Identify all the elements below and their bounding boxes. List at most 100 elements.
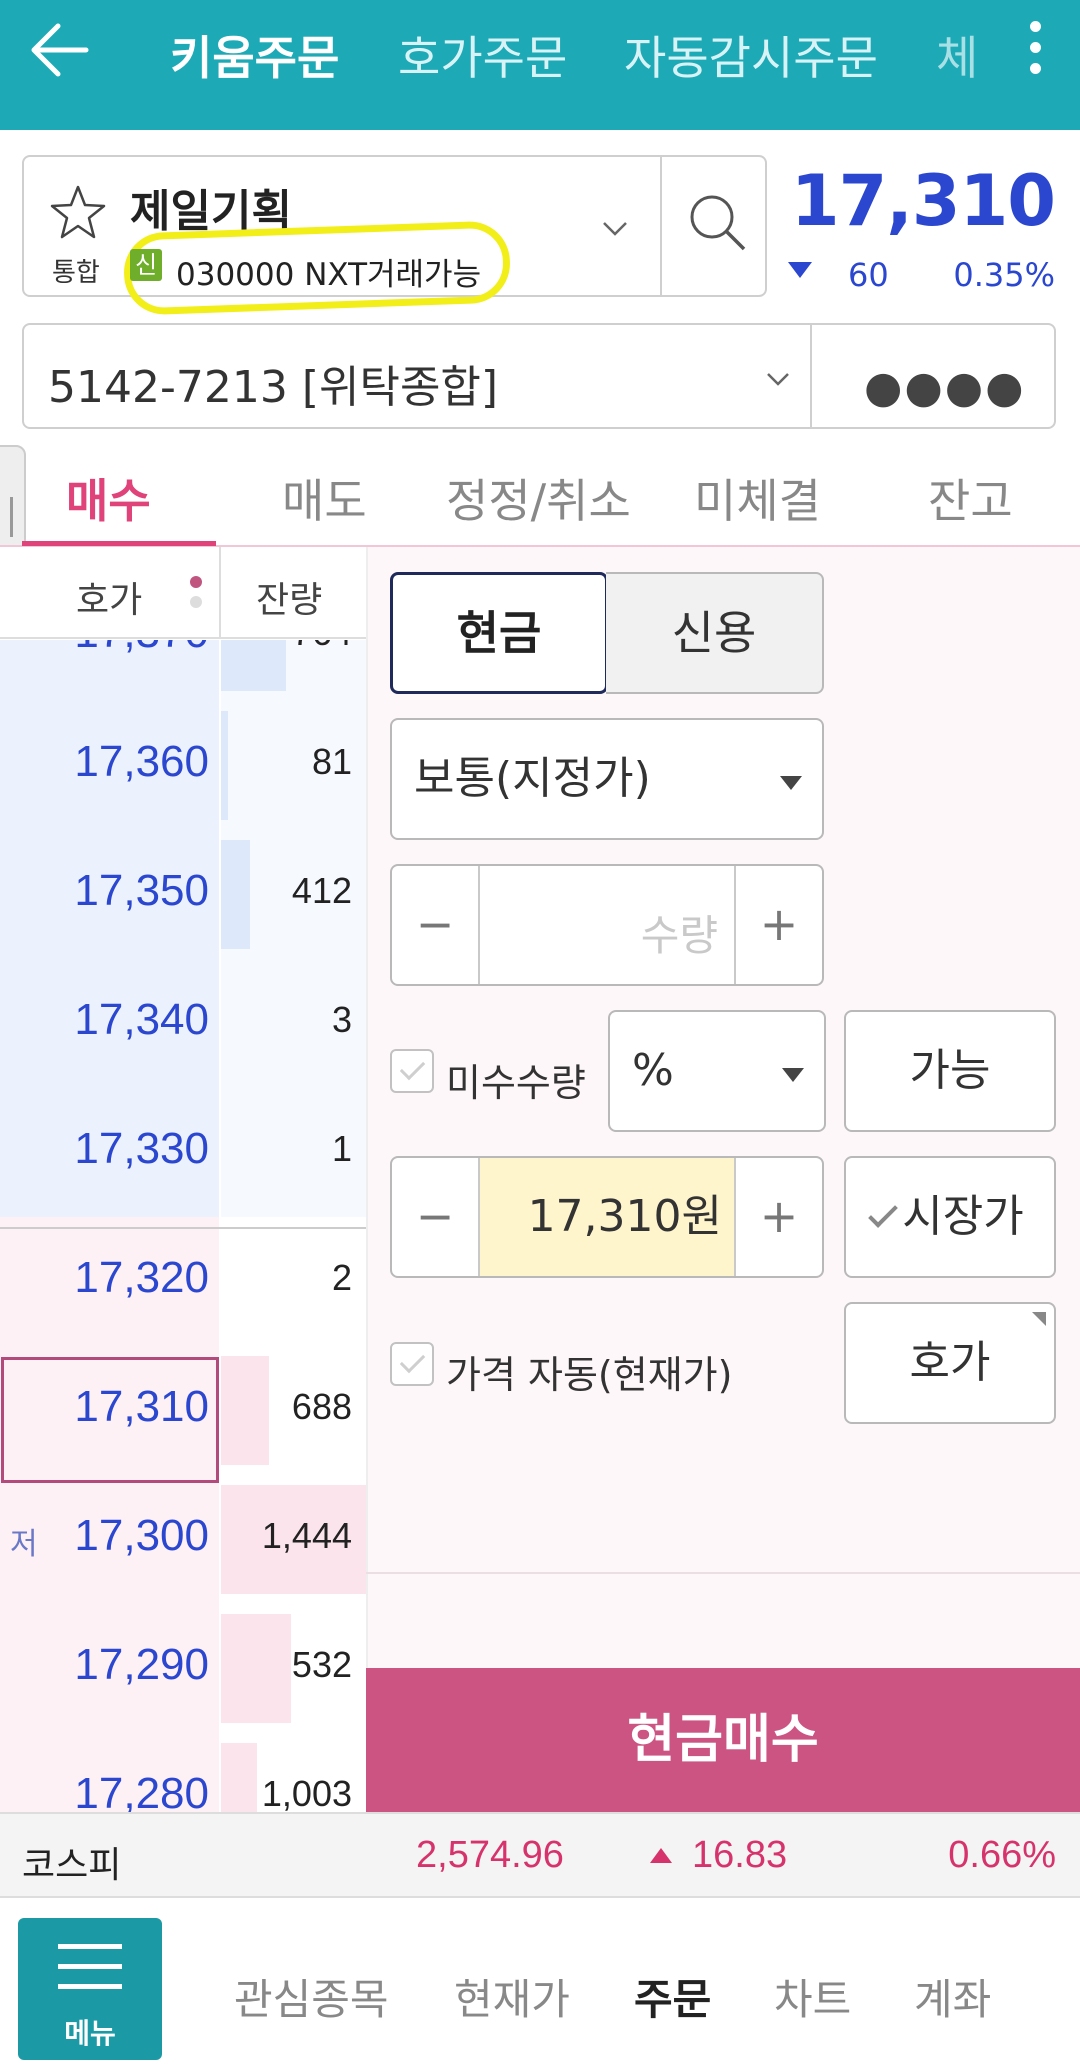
hoga-button[interactable]: 호가 [844,1302,1056,1424]
divider [810,325,812,427]
orderbook-qty: 1 [331,1128,352,1169]
nav-order[interactable]: 주문 [634,1966,711,2027]
price-cell[interactable]: 17,320 [0,1217,219,1346]
index-ticker[interactable]: 코스피 2,574.96 16.83 0.66% [0,1812,1080,1898]
market-price-button[interactable]: 시장가 [844,1156,1056,1278]
orderbook-row[interactable]: 17,360 81 [0,701,366,830]
orderbook-qty: 81 [311,741,352,782]
qty-bar [221,1614,291,1723]
price-cell[interactable]: 17,280 [0,1733,219,1812]
orderbook-row[interactable]: 17,370 764 [0,640,366,701]
orderbook-qty: 412 [291,870,352,911]
tab-kiwoom-order[interactable]: 키움주문 [170,22,339,88]
orderbook-row[interactable]: 17,330 1 [0,1088,366,1217]
tab-sell[interactable]: 매도 [282,465,367,531]
quantity-stepper[interactable]: − 수량 + [390,864,824,986]
available-button[interactable]: 가능 [844,1010,1056,1132]
tab-balance[interactable]: 잔고 [928,465,1013,531]
misu-qty-checkbox[interactable] [390,1049,434,1093]
qty-plus-button[interactable]: + [734,866,822,984]
tab-more-partial[interactable]: 체 [936,22,978,88]
price-stepper[interactable]: − 17,310원 + [390,1156,824,1278]
tab-auto-watch-order[interactable]: 자동감시주문 [624,22,878,88]
price-change-pct: 0.35% [953,256,1055,294]
qty-bar [221,711,229,820]
qty-cell: 412 [221,830,366,959]
star-icon[interactable] [48,183,108,243]
orderbook-row[interactable]: 17,290 532 [0,1604,366,1733]
qty-cell: 1,003 [221,1733,366,1812]
account-selector[interactable]: 5142-7213 [위탁종합] ●●●● [22,323,1056,429]
back-arrow-icon[interactable] [26,20,96,80]
qty-cell: 764 [221,640,366,701]
tab-buy[interactable]: 매수 [66,465,151,531]
index-value: 2,574.96 [416,1834,564,1876]
qty-minus-button[interactable]: − [392,866,480,984]
tab-hoga-order[interactable]: 호가주문 [398,22,567,88]
cash-buy-button[interactable]: 현금매수 [366,1668,1080,1812]
dropdown-arrow-icon [782,1068,804,1082]
price-change: 60 [848,256,889,294]
current-price-highlight [1,1357,219,1483]
orderbook-price: 17,360 [74,737,209,786]
price-cell[interactable]: 17,350 [0,830,219,959]
password-field[interactable]: ●●●● [864,362,1026,413]
current-price: 17,310 [790,160,1056,242]
qty-bar [221,640,287,691]
orderbook-row[interactable]: 17,340 3 [0,959,366,1088]
orderbook-row[interactable]: 17,300 저 1,444 [0,1475,366,1604]
tab-modify-cancel[interactable]: 정정/취소 [446,465,631,531]
qty-input[interactable]: 수량 [641,902,718,963]
nav-current-price[interactable]: 현재가 [454,1966,570,2027]
dropdown-arrow-icon [780,776,802,790]
qty-cell: 2 [221,1217,366,1346]
orderbook-row[interactable]: 17,320 2 [0,1217,366,1346]
account-number: 5142-7213 [위탁종합] [48,362,499,413]
auto-price-checkbox[interactable] [390,1342,434,1386]
chevron-down-icon[interactable] [602,215,628,241]
orderbook-list[interactable]: 17,37076417,3608117,35041217,340317,3301… [0,640,366,1812]
cash-toggle[interactable]: 현금 [390,572,608,694]
price-cell[interactable]: 17,290 [0,1604,219,1733]
price-plus-button[interactable]: + [734,1158,822,1276]
orderbook-qty: 1,003 [261,1773,352,1812]
percent-select[interactable]: % [608,1010,826,1132]
menu-button[interactable]: 메뉴 [18,1918,162,2060]
ask-bid-divider [0,1227,366,1229]
price-minus-button[interactable]: − [392,1158,480,1276]
orderbook-price: 17,330 [74,1124,209,1173]
divider [219,547,221,639]
orderbook-row[interactable]: 17,280 1,003 [0,1733,366,1812]
divider [366,1572,1080,1574]
price-cell[interactable]: 17,330 [0,1088,219,1217]
order-type-select[interactable]: 보통(지정가) [390,718,824,840]
order-type-value: 보통(지정가) [414,753,651,804]
price-cell[interactable]: 17,340 [0,959,219,1088]
price-cell[interactable]: 17,300 저 [0,1475,219,1604]
nav-account[interactable]: 계좌 [914,1966,991,2027]
nav-chart[interactable]: 차트 [774,1966,851,2027]
orderbook-row[interactable]: 17,350 412 [0,830,366,959]
price-cell[interactable]: 17,370 [0,640,219,701]
price-input[interactable]: 17,310원 [480,1158,736,1276]
app-header: 키움주문 호가주문 자동감시주문 체 [0,0,1080,130]
stock-selector[interactable]: 제일기획 통합 신 030000 NXT거래가능 [22,155,767,316]
qty-cell: 81 [221,701,366,830]
stock-code: 030000 NXT거래가능 [176,257,482,293]
down-triangle-icon [788,262,812,278]
price-cell[interactable]: 17,360 [0,701,219,830]
dot-indicator-icon[interactable] [188,575,204,609]
auto-price-label: 가격 자동(현재가) [446,1353,733,1397]
nav-watchlist[interactable]: 관심종목 [234,1966,389,2027]
bottom-nav: 메뉴 관심종목 현재가 주문 차트 계좌 [0,1898,1080,2066]
credit-toggle[interactable]: 신용 [606,572,824,694]
check-icon [868,1198,899,1228]
tab-unfilled[interactable]: 미체결 [694,465,821,531]
search-icon[interactable] [684,189,754,259]
orderbook-price: 17,300 [74,1511,209,1560]
more-menu-icon[interactable] [1020,12,1050,92]
qty-cell: 532 [221,1604,366,1733]
orderbook-price: 17,340 [74,995,209,1044]
up-triangle-icon [650,1848,672,1863]
chevron-down-icon[interactable] [766,367,790,391]
